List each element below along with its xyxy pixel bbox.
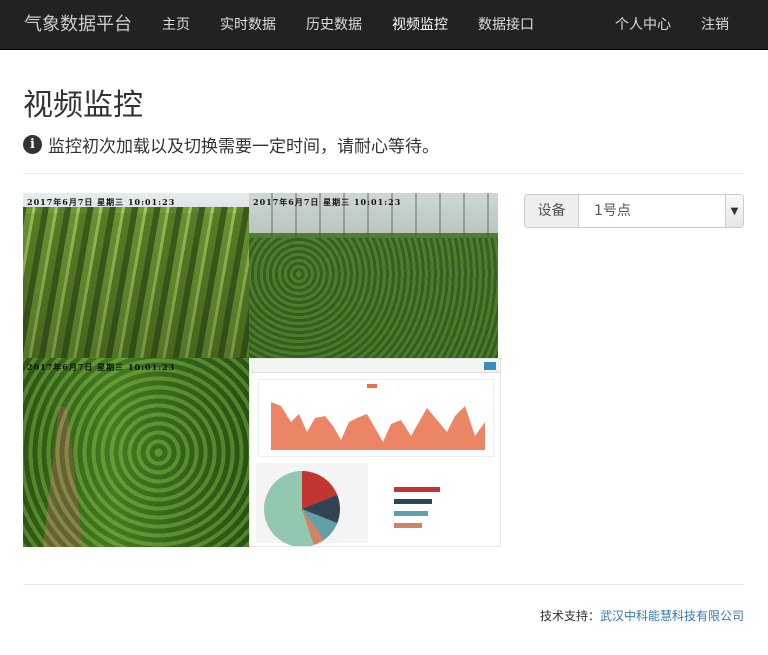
- camera-feed-1[interactable]: 2017年6月7日 星期三 10:01:23: [23, 193, 249, 358]
- device-label: 设备: [525, 195, 579, 227]
- footer: 技术支持：武汉中科能慧科技有限公司: [540, 607, 744, 624]
- bar-graphic: [394, 523, 422, 528]
- info-circle-icon: i: [23, 135, 42, 154]
- bar-chart-image: [374, 463, 496, 543]
- bar-graphic: [394, 511, 428, 516]
- video-grid: 2017年6月7日 星期三 10:01:23 2017年6月7日 星期三 10:…: [23, 193, 501, 547]
- pepper-plants-image: [23, 358, 249, 547]
- page-title: 视频监控: [23, 88, 143, 123]
- nav-data-api[interactable]: 数据接口: [463, 0, 549, 50]
- area-chart-graphic: [271, 402, 485, 450]
- nav-home[interactable]: 主页: [147, 0, 205, 50]
- divider: [23, 584, 744, 585]
- area-legend-swatch: [367, 384, 377, 388]
- nav-profile[interactable]: 个人中心: [600, 0, 686, 50]
- company-link[interactable]: 武汉中科能慧科技有限公司: [600, 609, 744, 623]
- crop-rows-image: [23, 213, 249, 358]
- device-select[interactable]: 1号点 ▼: [579, 195, 743, 227]
- footer-prefix: 技术支持：: [539, 609, 600, 623]
- bar-graphic: [394, 499, 432, 504]
- chevron-down-icon[interactable]: ▼: [725, 195, 743, 227]
- loading-notice: i 监控初次加载以及切换需要一定时间，请耐心等待。: [23, 132, 439, 157]
- nav-video-monitor[interactable]: 视频监控: [377, 0, 463, 50]
- camera-timestamp: 2017年6月7日 星期三 10:01:23: [27, 197, 176, 207]
- camera-timestamp: 2017年6月7日 星期三 10:01:23: [253, 197, 402, 207]
- pie-graphic: [264, 471, 340, 546]
- camera-timestamp: 2017年6月7日 星期三 10:01:23: [27, 362, 176, 372]
- notice-text: 监控初次加载以及切换需要一定时间，请耐心等待。: [48, 137, 439, 157]
- divider: [23, 173, 744, 174]
- main-nav: 主页 实时数据 历史数据 视频监控 数据接口: [147, 0, 549, 50]
- dashboard-button-image: [484, 362, 496, 370]
- nav-realtime-data[interactable]: 实时数据: [205, 0, 291, 50]
- camera-feed-3[interactable]: 2017年6月7日 星期三 10:01:23: [23, 358, 249, 547]
- bar-graphic: [394, 487, 440, 492]
- nav-history-data[interactable]: 历史数据: [291, 0, 377, 50]
- brand-logo[interactable]: 气象数据平台: [24, 13, 132, 37]
- camera-feed-4-dashboard[interactable]: [249, 358, 501, 547]
- camera-feed-2[interactable]: 2017年6月7日 星期三 10:01:23: [249, 193, 498, 358]
- top-navbar: 气象数据平台 主页 实时数据 历史数据 视频监控 数据接口 个人中心 注销: [0, 0, 768, 50]
- device-selected-value: 1号点: [594, 203, 631, 219]
- area-chart-image: [258, 379, 494, 457]
- nav-logout[interactable]: 注销: [686, 0, 744, 50]
- seedlings-image: [249, 238, 498, 358]
- device-selector: 设备 1号点 ▼: [524, 194, 744, 228]
- user-nav: 个人中心 注销: [600, 0, 744, 50]
- dashboard-toolbar-image: [250, 359, 500, 373]
- pie-chart-image: [256, 463, 368, 546]
